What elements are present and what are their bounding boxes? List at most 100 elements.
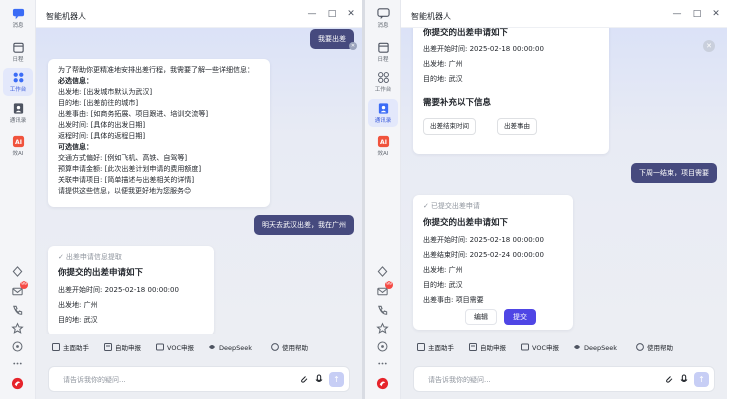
minimize-icon[interactable]: —: [306, 8, 318, 20]
tool-self-report[interactable]: 自助申报: [104, 341, 141, 355]
star-icon[interactable]: [11, 322, 24, 335]
quick-tools: 主面助手 自助申报 VOC申报 DeepSeek 使用帮助: [36, 334, 362, 361]
tool-label: DeepSeek: [219, 344, 253, 352]
maximize-icon[interactable]: □: [326, 8, 338, 20]
sidebar-item-workbench[interactable]: 工作台: [368, 68, 398, 96]
brand-logo-icon: [11, 377, 24, 390]
attach-icon[interactable]: [664, 374, 674, 384]
chat-area[interactable]: 你提交的出差申请如下 出差开始时间: 2025-02-18 00:00:00 出…: [401, 28, 727, 334]
bot-form-card: ✓ 出差申请信息提取 你提交的出差申请如下 出差开始时间: 2025-02-18 …: [48, 246, 214, 334]
tool-label: 使用帮助: [647, 344, 673, 352]
status-line: ✓ 已提交出差申请: [423, 201, 480, 211]
sidebar-item-label: 效AI: [377, 151, 389, 157]
sidebar-item-label: 通讯录: [9, 118, 27, 124]
workbench-icon: [13, 72, 23, 83]
voc-icon: [156, 343, 164, 351]
more-icon[interactable]: [11, 357, 24, 370]
tool-label: 主面助手: [428, 344, 454, 352]
tool-label: 主面助手: [63, 344, 89, 352]
bot-text-line: 必选信息：: [58, 77, 93, 85]
tool-label: 自助申报: [115, 344, 141, 352]
tool-assistant[interactable]: 主面助手: [52, 341, 89, 355]
record-icon[interactable]: [11, 340, 24, 353]
calendar-icon: [377, 42, 389, 53]
sidebar-item-contacts[interactable]: 通讯录: [3, 99, 33, 127]
close-icon[interactable]: ✕: [703, 40, 715, 52]
tool-self-report[interactable]: 自助申报: [469, 341, 506, 355]
tool-voc[interactable]: VOC申报: [521, 341, 559, 355]
tool-deepseek[interactable]: DeepSeek: [573, 341, 617, 355]
send-button[interactable]: ↑: [694, 372, 709, 387]
call-icon[interactable]: [11, 304, 24, 317]
card-heading: 你提交的出差申请如下: [423, 28, 509, 38]
bot-text-line: 可选信息：: [58, 143, 93, 151]
bot-text-line: 关联申请项目: [简单描述与出差相关的详情]: [58, 176, 195, 184]
microphone-icon[interactable]: [314, 374, 324, 384]
microphone-icon[interactable]: [679, 374, 689, 384]
more-icon[interactable]: [376, 357, 389, 370]
attach-icon[interactable]: [299, 374, 309, 384]
chat-window-left: 消息 日程 工作台 通讯录 AI 效AI 99 智能机器人 — □ ✕ 我要出差…: [0, 0, 362, 399]
cloud-icon[interactable]: [11, 265, 24, 278]
close-icon[interactable]: ✕: [710, 8, 722, 20]
form-line: 出差开始时间: 2025-02-18 00:00:00: [423, 236, 544, 244]
sidebar-item-workbench[interactable]: 工作台: [3, 68, 33, 96]
minimize-icon[interactable]: —: [671, 8, 683, 20]
ai-icon: AI: [12, 135, 24, 148]
form-line: 出发地: 广州: [423, 60, 463, 68]
cloud-icon[interactable]: [376, 265, 389, 278]
tool-label: VOC申报: [532, 344, 559, 352]
maximize-icon[interactable]: □: [691, 8, 703, 20]
tool-help[interactable]: 使用帮助: [636, 341, 673, 355]
chat-window-right: 消息 日程 工作台 通讯录 AI 效AI 99 智能机器人 — □ ✕ 你提交的…: [365, 0, 727, 399]
sidebar-item-contacts[interactable]: 通讯录: [368, 99, 398, 127]
tool-deepseek[interactable]: DeepSeek: [208, 341, 252, 355]
edit-button[interactable]: 编辑: [465, 309, 497, 325]
tool-assistant[interactable]: 主面助手: [417, 341, 454, 355]
chip-end-time[interactable]: 出差结束时间: [423, 118, 476, 135]
close-icon[interactable]: ✕: [349, 42, 357, 50]
call-icon[interactable]: [376, 304, 389, 317]
close-icon[interactable]: ✕: [345, 8, 357, 20]
bot-message-card: 为了帮助你更精准地安排出差行程，我需要了解一些详细信息： 必选信息： 出发地: …: [48, 59, 270, 207]
brand-logo-icon: [376, 377, 389, 390]
sidebar-item-label: 消息: [377, 23, 389, 29]
deepseek-icon: [209, 345, 215, 349]
sidebar-item-calendar[interactable]: 日程: [368, 38, 398, 66]
form-line: 目的地: 武汉: [423, 75, 463, 83]
bot-text-line: 出发时间: [具体的出发日期]: [58, 121, 146, 129]
sidebar-item-label: 通讯录: [374, 118, 392, 124]
need-more-heading: 需要补充以下信息: [423, 98, 492, 108]
mail-badge: 99: [20, 281, 28, 289]
sidebar-item-ai[interactable]: AI 效AI: [368, 132, 398, 160]
submit-button[interactable]: 提交: [504, 309, 536, 325]
message-input[interactable]: 请告诉我你的疑问... ↑: [48, 366, 350, 392]
sidebar-item-calendar[interactable]: 日程: [3, 38, 33, 66]
message-input[interactable]: 请告诉我你的疑问... ↑: [413, 366, 715, 392]
send-button[interactable]: ↑: [329, 372, 344, 387]
window-title: 智能机器人: [46, 12, 86, 21]
title-bar: 智能机器人 — □ ✕: [36, 0, 362, 28]
tool-voc[interactable]: VOC申报: [156, 341, 194, 355]
sidebar-item-messages[interactable]: 消息: [368, 4, 398, 32]
star-icon[interactable]: [376, 322, 389, 335]
input-placeholder: 请告诉我你的疑问...: [63, 376, 126, 384]
form-line: 目的地: 武汉: [58, 316, 98, 324]
status-text: 已提交出差申请: [430, 202, 480, 210]
sidebar-item-label: 工作台: [9, 87, 27, 93]
tool-help[interactable]: 使用帮助: [271, 341, 308, 355]
bot-text-line: 请提供这些信息，以便我更好地为您服务😊: [58, 187, 192, 195]
sidebar-item-messages[interactable]: 消息: [3, 4, 33, 32]
sidebar-item-label: 工作台: [374, 87, 392, 93]
assistant-icon: [52, 343, 60, 351]
record-icon[interactable]: [376, 340, 389, 353]
bot-text-line: 交通方式偏好: [例如飞机、高铁、自驾等]: [58, 154, 188, 162]
form-line: 出差事由: 项目需要: [423, 296, 484, 304]
chip-reason[interactable]: 出差事由: [497, 118, 537, 135]
chat-area[interactable]: 我要出差 ✕ 为了帮助你更精准地安排出差行程，我需要了解一些详细信息： 必选信息…: [36, 28, 362, 334]
sidebar-item-ai[interactable]: AI 效AI: [3, 132, 33, 160]
workbench-icon: [377, 72, 389, 83]
user-message: 明天去武汉出差，我在广州: [254, 215, 354, 235]
sidebar-item-label: 效AI: [12, 151, 24, 157]
chat-icon: [376, 8, 390, 20]
